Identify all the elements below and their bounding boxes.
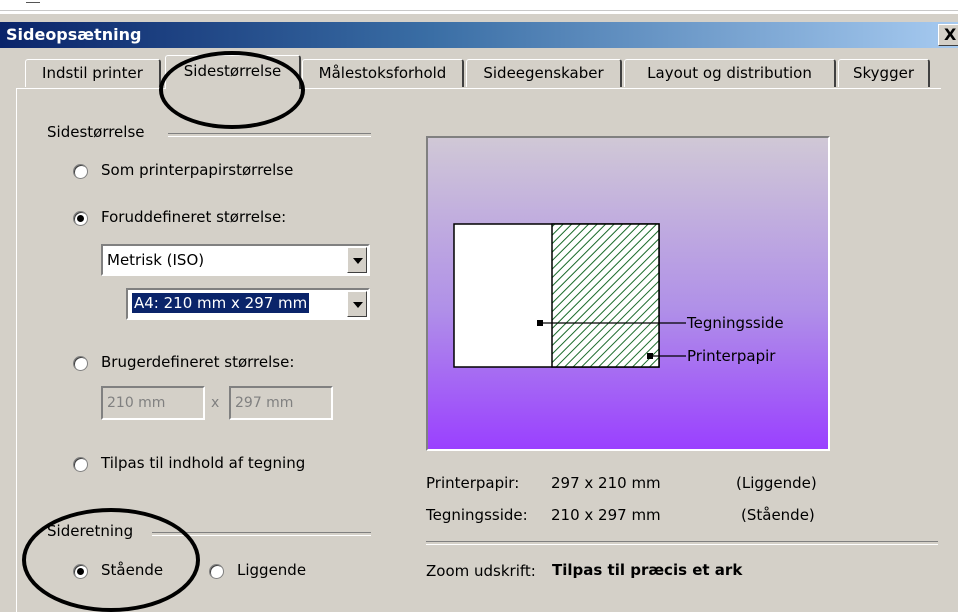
chevron-down-icon[interactable] bbox=[347, 247, 367, 273]
drawing-page-marker bbox=[537, 320, 543, 326]
radio-landscape[interactable] bbox=[209, 564, 224, 579]
orientation-group-line bbox=[152, 532, 371, 536]
landscape-label: Liggende bbox=[237, 561, 307, 579]
printer-paper-callout: Printerpapir bbox=[687, 347, 776, 365]
tab-page-size[interactable]: Sidestørrelse bbox=[165, 55, 301, 89]
radio-custom-size[interactable] bbox=[73, 356, 88, 371]
tab-layout-distribution[interactable]: Layout og distribution bbox=[624, 59, 836, 87]
info-separator bbox=[426, 541, 938, 545]
standard-select-value: Metrisk (ISO) bbox=[107, 251, 205, 269]
custom-width-value: 210 mm bbox=[107, 395, 166, 411]
radio-printer-size[interactable] bbox=[73, 164, 88, 179]
preview-drawing bbox=[453, 223, 686, 368]
standard-select[interactable]: Metrisk (ISO) bbox=[101, 244, 370, 276]
tab-scale[interactable]: Målestoksforhold bbox=[302, 59, 464, 87]
custom-width-field[interactable]: 210 mm bbox=[101, 386, 205, 420]
radio-selected-dot bbox=[77, 568, 84, 575]
radio-fit-to-drawing[interactable] bbox=[73, 457, 88, 472]
printer-size-label: Som printerpapirstørrelse bbox=[101, 161, 294, 179]
size-select[interactable]: A4: 210 mm x 297 mm bbox=[126, 288, 370, 320]
fit-to-drawing-label: Tilpas til indhold af tegning bbox=[101, 454, 306, 472]
page-size-group-line bbox=[168, 133, 371, 137]
size-select-value: A4: 210 mm x 297 mm bbox=[130, 292, 311, 314]
page-size-group-label: Sidestørrelse bbox=[43, 123, 149, 141]
custom-size-label: Brugerdefineret størrelse: bbox=[101, 353, 295, 371]
custom-times-sign: x bbox=[211, 395, 220, 411]
portrait-label: Stående bbox=[101, 561, 164, 579]
drawing-info-size: 210 x 297 mm bbox=[551, 506, 661, 524]
radio-selected-dot bbox=[77, 215, 84, 222]
tab-page-properties[interactable]: Sideegenskaber bbox=[466, 59, 622, 87]
zoom-value: Tilpas til præcis et ark bbox=[552, 561, 743, 579]
top-strip bbox=[0, 0, 958, 14]
tab-shadows[interactable]: Skygger bbox=[838, 59, 930, 87]
drawing-info-label: Tegningsside: bbox=[426, 506, 528, 524]
drawing-page-callout: Tegningsside bbox=[687, 314, 784, 332]
tab-setup-printer[interactable]: Indstil printer bbox=[25, 59, 161, 87]
drawing-page-rect bbox=[551, 223, 660, 368]
drawing-info-orientation: (Stående) bbox=[741, 506, 815, 524]
custom-height-field[interactable]: 297 mm bbox=[229, 386, 333, 420]
close-button[interactable]: X bbox=[938, 24, 958, 46]
top-edge-mark bbox=[26, 2, 40, 9]
dialog-title: Sideopsætning bbox=[6, 25, 142, 44]
chevron-down-icon[interactable] bbox=[347, 291, 367, 317]
radio-portrait[interactable] bbox=[73, 564, 88, 579]
orientation-group-label: Sideretning bbox=[43, 522, 138, 540]
paper-info-size: 297 x 210 mm bbox=[551, 474, 661, 492]
paper-info-label: Printerpapir: bbox=[426, 474, 520, 492]
custom-height-value: 297 mm bbox=[235, 395, 294, 411]
printer-paper-marker bbox=[647, 353, 653, 359]
page-preview: Tegningsside Printerpapir bbox=[426, 136, 830, 451]
top-edge-line bbox=[0, 10, 958, 11]
radio-predefined-size[interactable] bbox=[73, 211, 88, 226]
predefined-size-label: Foruddefineret størrelse: bbox=[101, 208, 287, 226]
paper-info-orientation: (Liggende) bbox=[736, 474, 817, 492]
zoom-label: Zoom udskrift: bbox=[426, 562, 536, 580]
title-bar: Sideopsætning X bbox=[0, 22, 958, 48]
